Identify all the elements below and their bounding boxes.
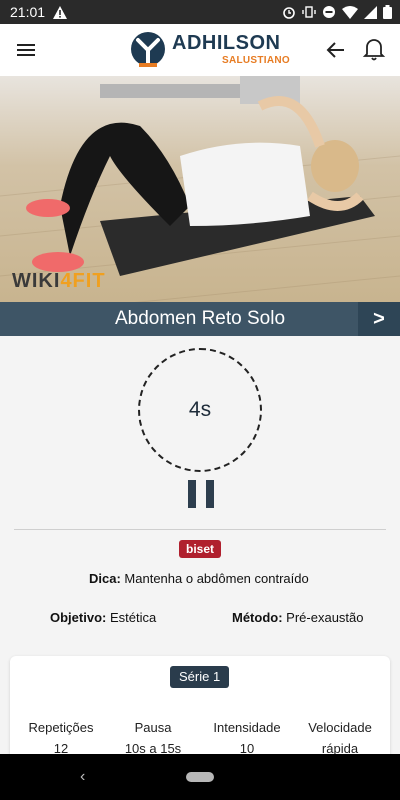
nav-home-icon[interactable] xyxy=(186,772,214,782)
pause-icon[interactable] xyxy=(188,480,214,508)
tip-label: Dica: xyxy=(89,571,121,586)
serie-column-repetitions: Repetições 12 xyxy=(18,720,104,756)
wiki4fit-watermark: WIKI4FIT xyxy=(12,270,106,293)
wifi-icon xyxy=(342,5,358,19)
objective-line: Objetivo: Estética xyxy=(50,610,156,625)
brand-name: ADHILSON xyxy=(172,32,281,54)
brand-subtitle: SALUSTIANO xyxy=(222,55,290,66)
signal-icon xyxy=(364,5,377,19)
column-header: Pausa xyxy=(134,720,172,735)
battery-icon xyxy=(383,5,392,19)
tip-text: Mantenha o abdômen contraído xyxy=(124,571,309,586)
rest-timer: 4s xyxy=(138,348,262,472)
serie-badge: Série 1 xyxy=(170,666,230,688)
status-time: 21:01 xyxy=(10,4,46,20)
column-header: Repetições xyxy=(28,720,94,735)
status-bar: 21:01 xyxy=(0,0,400,24)
column-header: Intensidade xyxy=(213,720,281,735)
exercise-illustration xyxy=(0,76,400,302)
vibrate-icon xyxy=(302,5,316,19)
watermark-text: WIKI xyxy=(12,270,61,292)
divider xyxy=(14,529,386,530)
notification-bell-icon[interactable] xyxy=(362,36,386,62)
brand-logo: ADHILSON SALUSTIANO xyxy=(128,30,290,70)
exercise-title-bar: Abdomen Reto Solo > xyxy=(0,302,400,336)
objective-value: Estética xyxy=(109,610,157,625)
next-exercise-button[interactable]: > xyxy=(358,302,400,336)
system-nav-bar: ‹ xyxy=(0,754,400,800)
objective-label: Objetivo: xyxy=(50,610,107,625)
logo-emblem-icon xyxy=(131,32,165,67)
method-label: Método: xyxy=(232,610,283,625)
column-header: Velocidade xyxy=(308,720,372,735)
warning-icon xyxy=(53,5,68,19)
serie-column-intensity: Intensidade 10 xyxy=(204,720,290,756)
method-value: Pré-exaustão xyxy=(286,610,364,625)
nav-back-icon[interactable]: ‹ xyxy=(80,768,85,786)
app-header: ADHILSON SALUSTIANO xyxy=(0,24,400,76)
back-arrow-icon[interactable] xyxy=(324,38,348,62)
serie-column-speed: Velocidade rápida xyxy=(296,720,384,756)
watermark-accent-text: 4FIT xyxy=(60,270,106,292)
alarm-icon xyxy=(282,5,296,19)
method-line: Método: Pré-exaustão xyxy=(232,610,364,625)
serie-column-pause: Pausa 10s a 15s xyxy=(110,720,196,756)
method-badge: biset xyxy=(179,540,222,558)
dnd-icon xyxy=(322,5,336,19)
tip-line: Dica: Mantenha o abdômen contraído xyxy=(89,571,309,586)
menu-icon[interactable] xyxy=(14,38,38,62)
exercise-title: Abdomen Reto Solo xyxy=(114,308,286,329)
exercise-image: WIKI4FIT xyxy=(0,76,400,302)
